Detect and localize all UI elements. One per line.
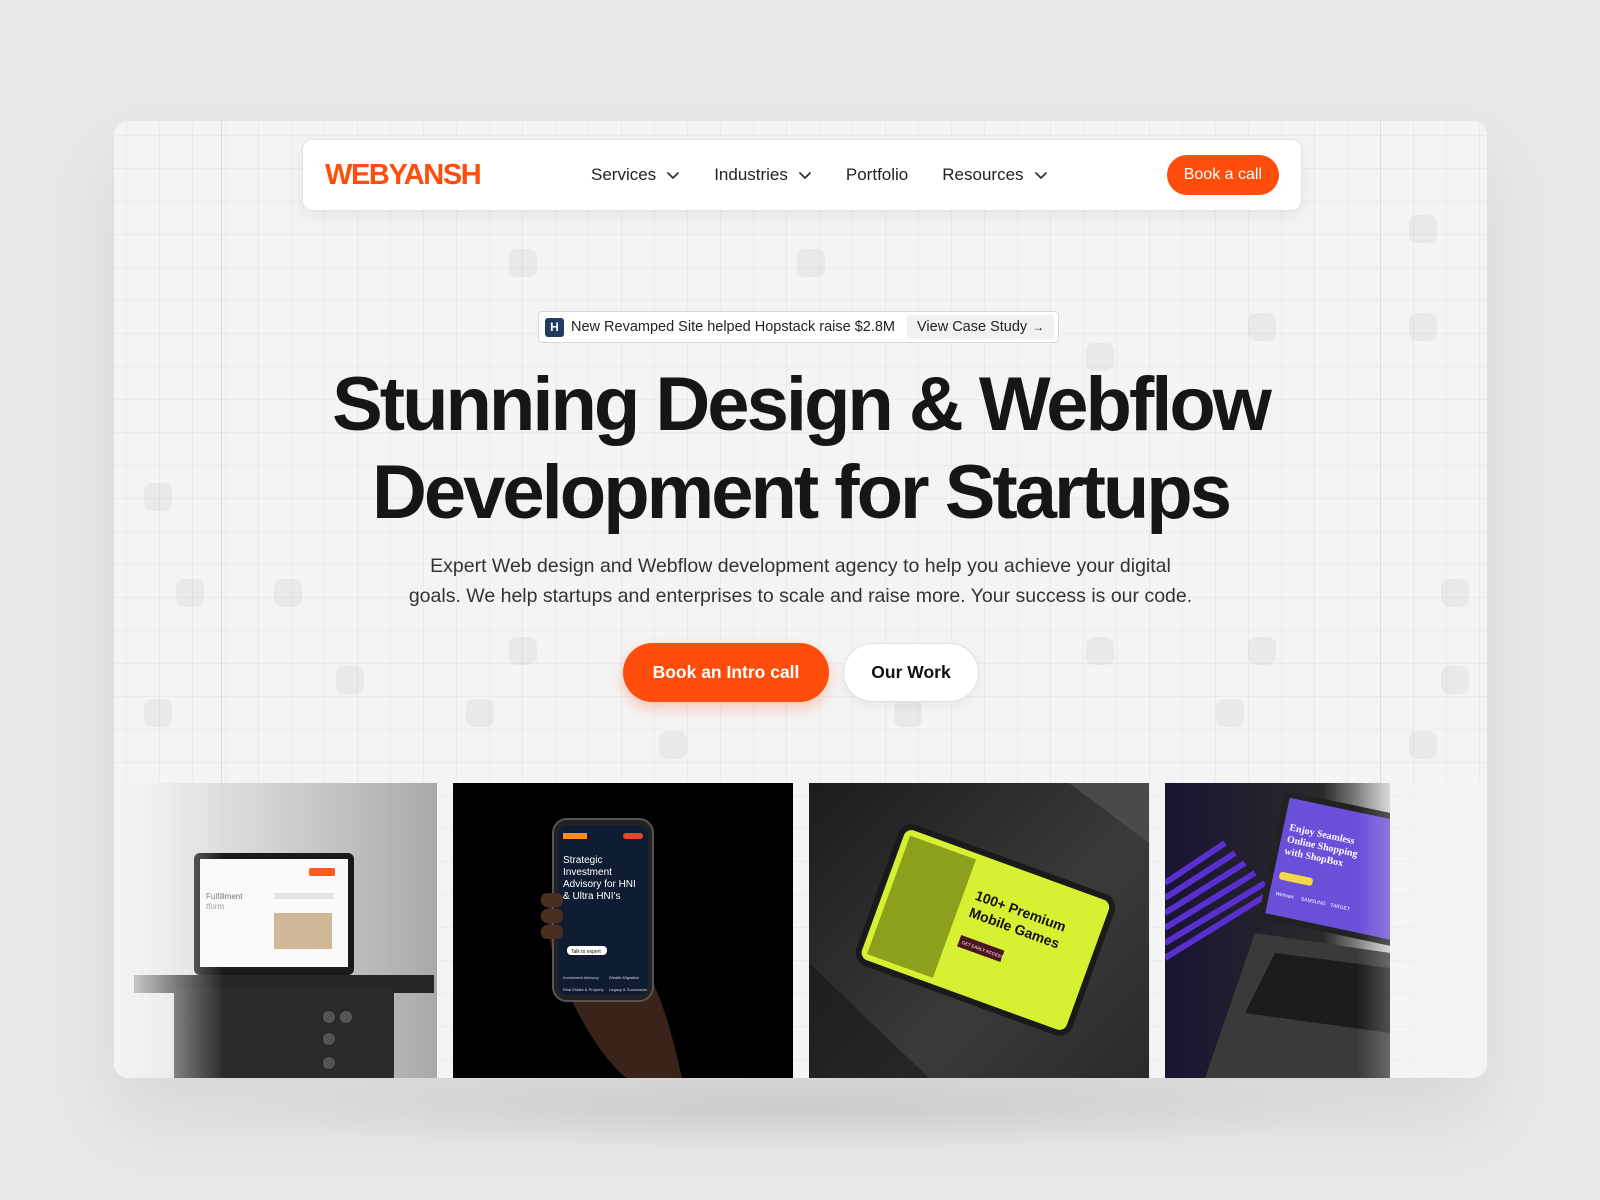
case-study-label: View Case Study xyxy=(917,319,1028,335)
tablet-mockup-image: 100+ PremiumMobile Games GET EARLY ACCES… xyxy=(809,783,1149,1078)
nav-item-industries[interactable]: Industries xyxy=(714,165,812,185)
frame-shadow xyxy=(200,1070,1400,1150)
nav-item-label: Industries xyxy=(714,165,788,184)
hero-headline: Stunning Design & Webflow Development fo… xyxy=(114,361,1487,537)
announcement-pill: H New Revamped Site helped Hopstack rais… xyxy=(538,311,1060,343)
nav-item-label: Resources xyxy=(942,165,1024,184)
hopstack-icon: H xyxy=(545,317,564,337)
our-work-button[interactable]: Our Work xyxy=(843,643,979,702)
arrow-right-icon: → xyxy=(1032,320,1045,334)
decor-square xyxy=(1409,313,1437,341)
card2-tab-1: Investment Advisory xyxy=(563,975,599,980)
decor-square xyxy=(1248,637,1276,665)
decor-square xyxy=(1441,666,1469,694)
chevron-down-icon xyxy=(1034,172,1047,179)
decor-square xyxy=(1409,731,1437,759)
decor-square xyxy=(509,249,537,277)
decor-square xyxy=(1086,637,1114,665)
laptop-mockup-image: Fulfillment tform xyxy=(134,853,434,1078)
nav-item-portfolio[interactable]: Portfolio xyxy=(846,165,908,185)
chevron-down-icon xyxy=(798,172,811,179)
book-intro-call-button[interactable]: Book an Intro call xyxy=(623,643,829,702)
nav-item-services[interactable]: Services xyxy=(591,165,680,185)
decor-square xyxy=(466,699,494,727)
card2-tab-3: Real Estate & Property xyxy=(563,987,604,992)
book-a-call-button[interactable]: Book a call xyxy=(1166,155,1279,195)
decor-square xyxy=(144,699,172,727)
subtext-line-1: Expert Web design and Webflow developmen… xyxy=(430,555,1171,577)
card1-text-1: Fulfillment xyxy=(206,892,243,901)
announcement-text: New Revamped Site helped Hopstack raise … xyxy=(571,319,895,335)
decor-square xyxy=(1248,313,1276,341)
showcase-card-phone-investment[interactable]: Strategic Investment Advisory for HNI & Ult… xyxy=(453,783,793,1078)
nav-item-label: Services xyxy=(591,165,657,184)
showcase-card-laptop-fulfillment[interactable]: Fulfillment tform xyxy=(114,783,437,1078)
chevron-down-icon xyxy=(667,172,680,179)
nav-item-resources[interactable]: Resources xyxy=(942,165,1047,185)
card2-cta: Talk to expert xyxy=(571,949,601,955)
navbar: WEBYANSH Services Industries Portfolio R… xyxy=(302,139,1302,211)
brand-logo[interactable]: WEBYANSH xyxy=(325,160,482,190)
subtext-line-2: goals. We help startups and enterprises … xyxy=(408,585,1193,607)
showcase-card-laptop-shopbox[interactable]: Enjoy SeamlessOnline Shoppingwith ShopBo… xyxy=(1165,783,1390,1078)
decor-square xyxy=(894,699,922,727)
showcase-card-tablet-games[interactable]: 100+ PremiumMobile Games GET EARLY ACCES… xyxy=(809,783,1149,1078)
hero-subtext: Expert Web design and Webflow developmen… xyxy=(114,551,1487,611)
decor-square xyxy=(1216,699,1244,727)
decor-square xyxy=(659,731,687,759)
decor-square xyxy=(509,637,537,665)
card2-tab-2: Wealth Migration xyxy=(609,975,639,980)
page-frame: WEBYANSH Services Industries Portfolio R… xyxy=(114,121,1487,1078)
headline-line-2: Development for Startups xyxy=(371,450,1232,535)
view-case-study-link[interactable]: View Case Study → xyxy=(907,315,1055,339)
nav-item-label: Portfolio xyxy=(845,165,909,184)
phone-mockup-image: Strategic Investment Advisory for HNI & Ult… xyxy=(541,818,682,1078)
card1-text-2: tform xyxy=(206,902,225,911)
headline-line-1: Stunning Design & Webflow xyxy=(332,362,1272,447)
nav-menu: Services Industries Portfolio Resources xyxy=(591,140,1082,210)
decor-square xyxy=(1409,215,1437,243)
decor-square xyxy=(336,666,364,694)
laptop-shopbox-image: Enjoy SeamlessOnline Shoppingwith ShopBo… xyxy=(1165,791,1390,1078)
card2-tab-4: Legacy & Succession xyxy=(609,987,647,992)
decor-square xyxy=(797,249,825,277)
